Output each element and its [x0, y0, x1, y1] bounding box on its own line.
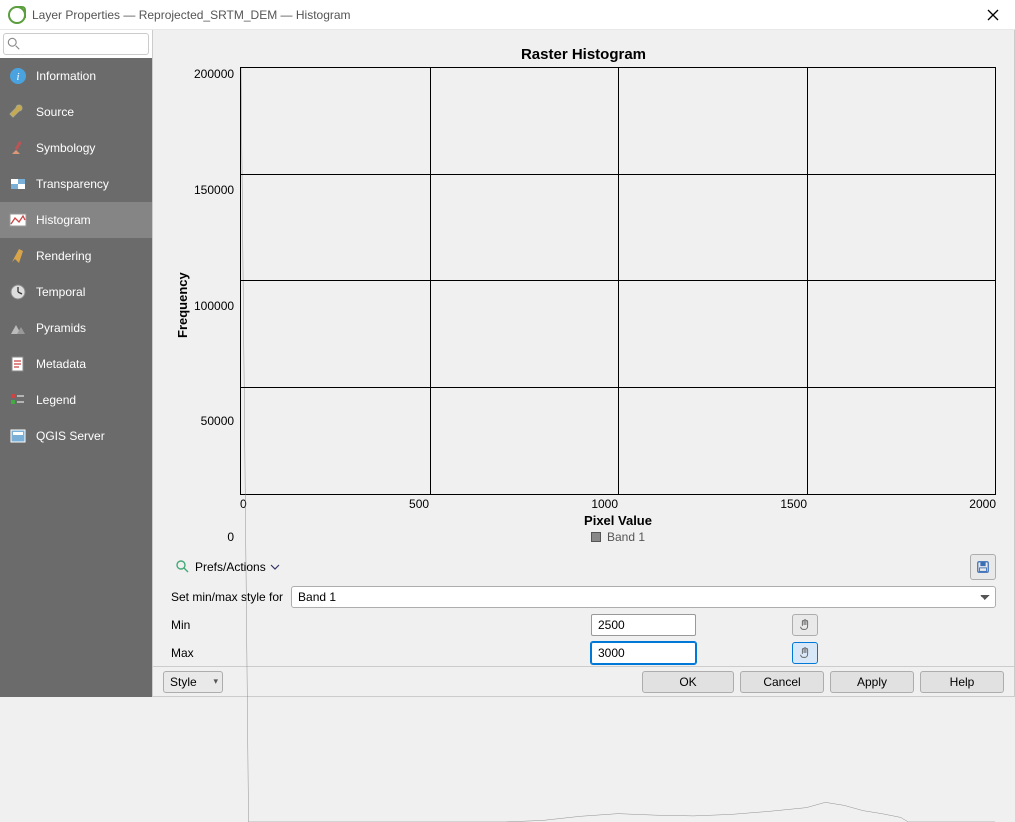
- sidebar-item-label: Information: [36, 69, 96, 83]
- sidebar-item-rendering[interactable]: Rendering: [0, 238, 152, 274]
- transparency-icon: [8, 174, 28, 194]
- save-histogram-button[interactable]: [970, 554, 996, 580]
- sidebar-item-label: Source: [36, 105, 74, 119]
- sidebar-item-label: Metadata: [36, 357, 86, 371]
- titlebar: Layer Properties — Reprojected_SRTM_DEM …: [0, 0, 1015, 30]
- clock-icon: [8, 282, 28, 302]
- setminmax-label: Set min/max style for: [171, 590, 283, 604]
- sidebar-item-metadata[interactable]: Metadata: [0, 346, 152, 382]
- legend-label: Band 1: [607, 530, 645, 544]
- sidebar-item-information[interactable]: i Information: [0, 58, 152, 94]
- cancel-button[interactable]: Cancel: [740, 671, 824, 693]
- prefs-actions-button[interactable]: Prefs/Actions: [171, 557, 284, 577]
- metadata-icon: [8, 354, 28, 374]
- chart-legend: Band 1: [240, 530, 996, 544]
- min-label: Min: [171, 618, 591, 632]
- apply-button[interactable]: Apply: [830, 671, 914, 693]
- chevron-down-icon: [270, 562, 280, 572]
- legend-swatch-icon: [591, 532, 601, 542]
- dialog-button-bar: Style OK Cancel Apply Help: [153, 666, 1014, 696]
- legend-icon: [8, 390, 28, 410]
- svg-text:i: i: [16, 71, 19, 83]
- close-icon: [987, 9, 999, 21]
- sidebar-item-label: Histogram: [36, 213, 91, 227]
- min-pick-button[interactable]: [792, 614, 818, 636]
- sidebar-item-pyramids[interactable]: Pyramids: [0, 310, 152, 346]
- chart-xticks: 0500100015002000: [240, 495, 996, 511]
- info-icon: i: [8, 66, 28, 86]
- sidebar-search-input[interactable]: [3, 33, 149, 55]
- brush-icon: [8, 246, 28, 266]
- sidebar-item-transparency[interactable]: Transparency: [0, 166, 152, 202]
- main-panel: Raster Histogram Frequency 2000001500001…: [152, 30, 1015, 697]
- search-icon: [7, 37, 21, 51]
- histogram-icon: [8, 210, 28, 230]
- sidebar-item-qgis-server[interactable]: QGIS Server: [0, 418, 152, 454]
- max-pick-button[interactable]: [792, 642, 818, 664]
- sidebar-item-legend[interactable]: Legend: [0, 382, 152, 418]
- style-menu-button[interactable]: Style: [163, 671, 223, 693]
- sidebar-item-source[interactable]: Source: [0, 94, 152, 130]
- qgis-app-icon: [8, 6, 26, 24]
- close-button[interactable]: [979, 1, 1007, 29]
- sidebar-item-label: Transparency: [36, 177, 109, 191]
- max-input[interactable]: [591, 642, 696, 664]
- sidebar-item-label: Symbology: [36, 141, 95, 155]
- sidebar-item-label: Temporal: [36, 285, 85, 299]
- min-input[interactable]: [591, 614, 696, 636]
- max-label: Max: [171, 646, 591, 660]
- chart-plot[interactable]: [240, 67, 996, 495]
- wrench-icon: [8, 102, 28, 122]
- sidebar-item-label: Legend: [36, 393, 76, 407]
- chart-xlabel: Pixel Value: [240, 513, 996, 528]
- sidebar-item-symbology[interactable]: Symbology: [0, 130, 152, 166]
- pyramids-icon: [8, 318, 28, 338]
- window-title: Layer Properties — Reprojected_SRTM_DEM …: [32, 8, 979, 22]
- prefs-actions-label: Prefs/Actions: [195, 560, 266, 574]
- chart-yticks: 200000150000100000500000: [194, 67, 240, 544]
- sidebar-item-histogram[interactable]: Histogram: [0, 202, 152, 238]
- chart-title: Raster Histogram: [171, 46, 996, 63]
- server-icon: [8, 426, 28, 446]
- sidebar-item-label: QGIS Server: [36, 429, 105, 443]
- sidebar-item-temporal[interactable]: Temporal: [0, 274, 152, 310]
- help-button[interactable]: Help: [920, 671, 1004, 693]
- sidebar-item-label: Pyramids: [36, 321, 86, 335]
- sidebar-item-label: Rendering: [36, 249, 91, 263]
- save-icon: [976, 560, 990, 574]
- ok-button[interactable]: OK: [642, 671, 734, 693]
- band-select[interactable]: Band 1: [291, 586, 996, 608]
- hand-icon: [798, 646, 812, 660]
- zoom-icon: [175, 559, 191, 575]
- chart-ylabel: Frequency: [171, 67, 194, 544]
- paintbrush-icon: [8, 138, 28, 158]
- hand-icon: [798, 618, 812, 632]
- sidebar: i Information Source Symbology Transparency H…: [0, 30, 152, 697]
